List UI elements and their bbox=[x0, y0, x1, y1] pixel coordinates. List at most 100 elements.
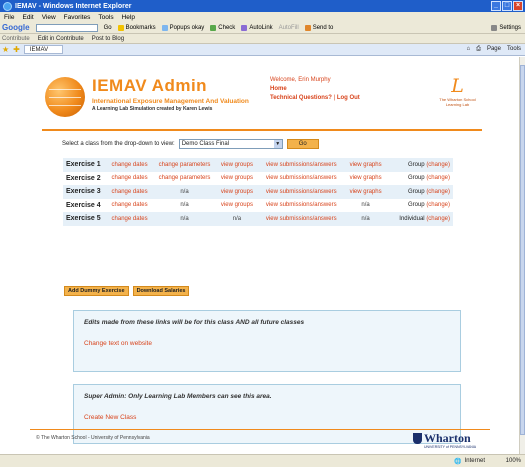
action-buttons: Add Dummy Exercise Download Salaries bbox=[64, 286, 190, 296]
change-mode-link[interactable]: (change) bbox=[426, 216, 450, 222]
not-applicable-text: n/a bbox=[232, 215, 242, 222]
settings-button[interactable]: Settings bbox=[491, 24, 525, 31]
vertical-scrollbar[interactable] bbox=[519, 57, 525, 454]
exercise-row: Exercise 5 change dates n/a n/a view submiss… bbox=[63, 212, 453, 226]
menu-tools[interactable]: Tools bbox=[98, 14, 113, 21]
technical-questions-link[interactable]: Technical Questions? bbox=[270, 95, 332, 101]
sendto-button[interactable]: Send to bbox=[304, 24, 333, 31]
view-graphs-link[interactable]: view graphs bbox=[350, 162, 382, 168]
edit-in-contribute-button[interactable]: Edit in Contribute bbox=[38, 36, 84, 42]
change-mode-link[interactable]: (change) bbox=[426, 162, 450, 168]
close-button[interactable]: × bbox=[513, 1, 523, 11]
class-select-label: Select a class from the drop-down to vie… bbox=[62, 141, 175, 147]
view-groups-link[interactable]: view groups bbox=[221, 189, 253, 195]
popup-icon bbox=[161, 24, 168, 31]
view-groups-link[interactable]: view groups bbox=[221, 162, 253, 168]
site-header: IEMAV Admin International Exposure Manag… bbox=[40, 73, 480, 123]
site-title: IEMAV Admin bbox=[92, 76, 208, 95]
view-submissions-answers-link[interactable]: view submissions/answers bbox=[266, 202, 337, 208]
exercise-mode: Group bbox=[407, 188, 425, 195]
change-text-link[interactable]: Change text on website bbox=[84, 340, 450, 347]
globe-icon: 🌐 bbox=[454, 458, 462, 465]
view-graphs-link[interactable]: view graphs bbox=[350, 175, 382, 181]
go-button[interactable]: Go bbox=[286, 139, 319, 149]
change-mode-link[interactable]: (change) bbox=[426, 202, 450, 208]
google-logo: Google bbox=[2, 23, 30, 32]
exercise-mode: Group bbox=[407, 175, 425, 182]
change-dates-link[interactable]: change dates bbox=[112, 202, 148, 208]
view-graphs-link[interactable]: view graphs bbox=[350, 189, 382, 195]
welcome-text: Welcome, Erin Murphy bbox=[270, 77, 331, 83]
home-link[interactable]: Home bbox=[270, 86, 287, 92]
footer-copyright: © The Wharton School - University of Pen… bbox=[36, 435, 150, 441]
tools-menu[interactable]: Tools bbox=[507, 46, 521, 53]
minimize-button[interactable]: _ bbox=[491, 1, 501, 11]
home-icon[interactable]: ⌂ bbox=[467, 46, 471, 53]
bookmarks-button[interactable]: Bookmarks bbox=[117, 24, 156, 31]
print-icon[interactable]: ⎙ bbox=[476, 46, 481, 53]
chevron-down-icon: ▼ bbox=[273, 140, 282, 148]
page-menu[interactable]: Page bbox=[487, 46, 501, 53]
autofill-button[interactable]: AutoFill bbox=[279, 25, 299, 31]
view-submissions-answers-link[interactable]: view submissions/answers bbox=[266, 189, 337, 195]
check-label: Check bbox=[218, 24, 236, 31]
add-dummy-exercise-button[interactable]: Add Dummy Exercise bbox=[64, 286, 129, 296]
window-controls: _ □ × bbox=[491, 1, 523, 11]
google-go-button[interactable]: Go bbox=[104, 25, 112, 31]
favorites-star-icon[interactable]: ★ bbox=[2, 45, 9, 54]
scrollbar-thumb[interactable] bbox=[520, 65, 525, 435]
change-dates-link[interactable]: change dates bbox=[112, 162, 148, 168]
command-bar: ⌂ ⎙ Page Tools bbox=[467, 46, 525, 53]
tab-iemav[interactable]: IEMAV bbox=[23, 45, 64, 54]
autolink-icon bbox=[241, 24, 248, 31]
separator: | bbox=[333, 95, 336, 101]
change-dates-link[interactable]: change dates bbox=[112, 189, 148, 195]
download-salaries-button[interactable]: Download Salaries bbox=[132, 286, 190, 296]
view-submissions-answers-link[interactable]: view submissions/answers bbox=[266, 216, 337, 222]
change-mode-link[interactable]: (change) bbox=[426, 189, 450, 195]
popups-label: Popups okay bbox=[169, 24, 205, 31]
site-subtitle: International Exposure Management And Va… bbox=[92, 98, 249, 105]
view-groups-link[interactable]: view groups bbox=[221, 202, 253, 208]
change-dates-link[interactable]: change dates bbox=[112, 175, 148, 181]
contribute-label: Contribute bbox=[2, 35, 30, 42]
change-parameters-link[interactable]: change parameters bbox=[159, 175, 211, 181]
exercise-mode-cell: Group (change) bbox=[385, 158, 453, 172]
change-mode-link[interactable]: (change) bbox=[426, 175, 450, 181]
exercise-row: Exercise 4 change dates n/a view groups view… bbox=[63, 199, 453, 213]
exercise-name: Exercise 5 bbox=[63, 212, 107, 226]
google-search-input[interactable] bbox=[35, 23, 98, 32]
view-submissions-answers-link[interactable]: view submissions/answers bbox=[266, 162, 337, 168]
super-admin-title: Super Admin: Only Learning Lab Members c… bbox=[84, 393, 272, 400]
view-groups-link[interactable]: view groups bbox=[221, 175, 253, 181]
view-submissions-answers-link[interactable]: view submissions/answers bbox=[266, 175, 337, 181]
change-parameters-link[interactable]: change parameters bbox=[159, 162, 211, 168]
menu-help[interactable]: Help bbox=[122, 14, 135, 21]
class-select[interactable]: Demo Class Final ▼ bbox=[178, 139, 283, 149]
site-credit: A Learning Lab Simulation created by Kar… bbox=[92, 106, 213, 112]
post-to-blog-button[interactable]: Post to Blog bbox=[92, 36, 124, 42]
menu-favorites[interactable]: Favorites bbox=[64, 14, 91, 21]
change-dates-link[interactable]: change dates bbox=[112, 216, 148, 222]
exercise-mode-cell: Group (change) bbox=[386, 172, 453, 186]
menu-file[interactable]: File bbox=[4, 14, 14, 21]
create-new-class-link[interactable]: Create New Class bbox=[84, 414, 450, 421]
wharton-subtitle: UNIVERSITY of PENNSYLVANIA bbox=[424, 445, 477, 449]
star-icon bbox=[117, 24, 124, 31]
ie-logo-icon bbox=[3, 1, 12, 11]
zoom-control[interactable]: 100% bbox=[506, 458, 521, 464]
add-favorites-icon[interactable]: ✚ bbox=[13, 45, 20, 54]
autolink-button[interactable]: AutoLink bbox=[241, 24, 273, 31]
wharton-wordmark: Wharton bbox=[424, 431, 471, 445]
maximize-button[interactable]: □ bbox=[502, 1, 512, 11]
learning-lab-logo: L The Wharton School Learning Lab bbox=[435, 75, 480, 115]
window-title: IEMAV - Windows Internet Explorer bbox=[15, 2, 132, 10]
menu-edit[interactable]: Edit bbox=[22, 14, 33, 21]
logout-link[interactable]: Log Out bbox=[337, 95, 360, 101]
check-button[interactable]: Check bbox=[210, 24, 236, 31]
check-icon bbox=[210, 24, 217, 31]
autofill-label: AutoFill bbox=[278, 24, 299, 31]
menu-view[interactable]: View bbox=[42, 14, 56, 21]
popups-button[interactable]: Popups okay bbox=[161, 24, 205, 31]
contribute-bar: Contribute Edit in Contribute Post to Bl… bbox=[0, 34, 525, 44]
